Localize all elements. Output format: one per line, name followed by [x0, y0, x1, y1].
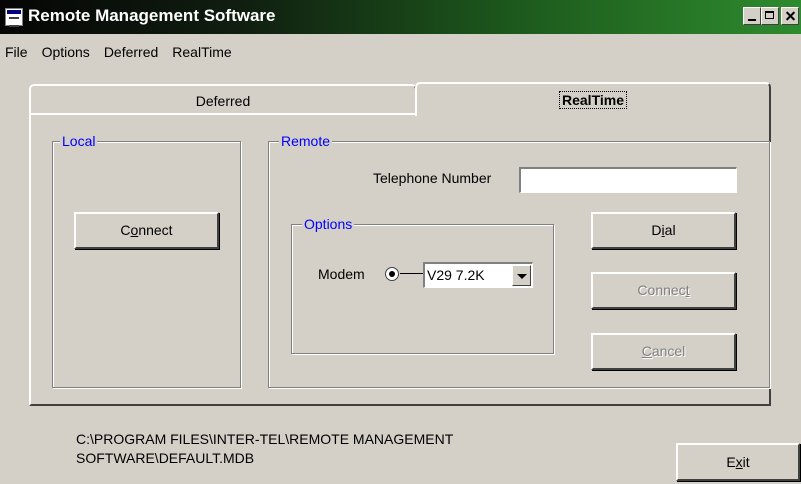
app-icon[interactable] [5, 8, 23, 27]
menu-bar: File Options Deferred RealTime [0, 40, 239, 64]
database-path-line1: C:\PROGRAM FILES\INTER-TEL\REMOTE MANAGE… [76, 431, 454, 447]
local-group: Local [52, 132, 241, 388]
menu-file[interactable]: File [0, 40, 35, 64]
window-title: Remote Management Software [28, 6, 276, 25]
maximize-button[interactable] [761, 7, 779, 25]
menu-options[interactable]: Options [35, 40, 97, 64]
telephone-number-label: Telephone Number [373, 170, 492, 186]
tab-deferred-label: Deferred [195, 93, 251, 109]
tab-deferred[interactable]: Deferred [29, 84, 417, 114]
title-bar[interactable]: Remote Management Software [0, 0, 801, 34]
modem-radio[interactable] [385, 267, 399, 281]
menu-deferred[interactable]: Deferred [97, 40, 165, 64]
tab-realtime-label: RealTime [559, 91, 627, 109]
database-path-line2: SOFTWARE\DEFAULT.MDB [76, 450, 255, 466]
remote-legend: Remote [279, 132, 333, 150]
options-legend: Options [302, 215, 355, 233]
modem-label: Modem [318, 266, 365, 282]
modem-connector-line [400, 273, 423, 274]
dropdown-arrow-icon[interactable] [512, 265, 531, 286]
local-legend: Local [60, 132, 98, 150]
dial-button[interactable]: Dial [591, 212, 736, 249]
cancel-button[interactable]: Cancel [591, 333, 736, 370]
app-window: Remote Management Software File Options … [0, 0, 801, 484]
database-path: C:\PROGRAM FILES\INTER-TEL\REMOTE MANAGE… [76, 430, 576, 468]
telephone-number-input[interactable] [519, 167, 737, 193]
options-group: Options [291, 215, 554, 354]
close-button[interactable] [781, 7, 799, 25]
remote-connect-button[interactable]: Connect [591, 272, 736, 309]
exit-button[interactable]: Exit [676, 443, 800, 481]
menu-realtime[interactable]: RealTime [165, 40, 238, 64]
local-connect-button[interactable]: Connect [74, 212, 219, 249]
modem-select[interactable]: V29 7.2K [423, 262, 533, 288]
modem-select-value: V29 7.2K [427, 267, 485, 283]
minimize-button[interactable] [743, 7, 761, 25]
tab-realtime[interactable]: RealTime [415, 82, 771, 116]
